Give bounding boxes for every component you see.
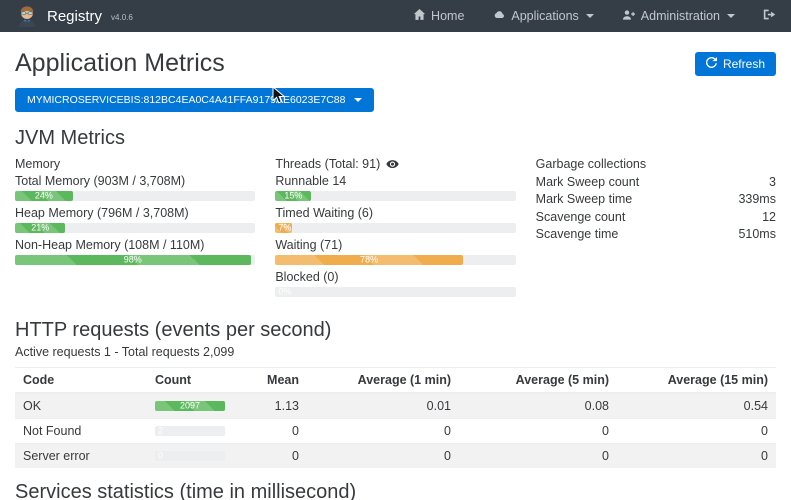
http-avg5-cell: 0 — [459, 444, 617, 469]
chevron-down-icon — [727, 14, 735, 18]
http-count-cell: 2097 — [147, 393, 259, 419]
nav-item-applications[interactable]: Applications — [492, 9, 593, 24]
gc-value: 510ms — [738, 226, 776, 243]
http-table-row: Server error00000 — [15, 444, 776, 469]
progress-bar: 0% — [275, 287, 515, 297]
http-table-row: OK 2097 1.130.010.080.54 — [15, 393, 776, 419]
http-requests-heading: HTTP requests (events per second) — [15, 319, 776, 342]
gc-value: 339ms — [738, 191, 776, 208]
progress-bar: 2097 — [155, 401, 225, 411]
http-avg1-cell: 0.01 — [307, 393, 459, 419]
threads-column: Threads (Total: 91) Runnable 14 15% Timed … — [275, 157, 515, 302]
metric-label: Waiting (71) — [275, 238, 515, 252]
chevron-down-icon — [354, 98, 362, 102]
http-code-cell: Not Found — [15, 419, 147, 444]
http-table-row: Not Found20000 — [15, 419, 776, 444]
progress-bar: 7% — [275, 223, 515, 233]
http-col-header: Average (1 min) — [307, 368, 459, 394]
progress-bar: 21% — [15, 223, 255, 233]
gc-row: Scavenge time 510ms — [536, 226, 776, 243]
http-code-cell: OK — [15, 393, 147, 419]
memory-column: Memory Total Memory (903M / 3,708M) 24% He… — [15, 157, 255, 302]
metric-label: Timed Waiting (6) — [275, 206, 515, 220]
http-count-cell: 2 — [147, 419, 259, 444]
jvm-metrics-grid: Memory Total Memory (903M / 3,708M) 24% He… — [15, 157, 776, 302]
nav-item-administration[interactable]: Administration — [622, 9, 735, 24]
gc-title: Garbage collections — [536, 157, 776, 171]
gc-label: Scavenge time — [536, 226, 619, 243]
refresh-button[interactable]: Refresh — [695, 52, 776, 76]
brand-home-link[interactable]: Registry v4.0.6 — [15, 4, 133, 28]
metric-label: Total Memory (903M / 3,708M) — [15, 174, 255, 188]
gc-label: Mark Sweep count — [536, 174, 640, 191]
gc-label: Mark Sweep time — [536, 191, 633, 208]
gc-row: Mark Sweep time 339ms — [536, 191, 776, 208]
http-col-header: Mean — [259, 368, 307, 394]
http-avg15-cell: 0 — [617, 444, 776, 469]
gc-row: Scavenge count 12 — [536, 209, 776, 226]
user-plus-icon — [622, 9, 636, 24]
progress-bar: 78% — [275, 255, 515, 265]
progress-bar: 0 — [155, 451, 225, 461]
sign-out-icon — [763, 8, 776, 24]
gc-value: 12 — [762, 209, 776, 226]
http-avg1-cell: 0 — [307, 444, 459, 469]
http-col-header: Count — [147, 368, 259, 394]
http-mean-cell: 1.13 — [259, 393, 307, 419]
progress-bar: 98% — [15, 255, 255, 265]
refresh-icon — [706, 57, 717, 71]
http-requests-table: CodeCountMeanAverage (1 min)Average (5 m… — [15, 367, 776, 468]
cloud-icon — [492, 9, 506, 24]
gc-label: Scavenge count — [536, 209, 626, 226]
navbar: Registry v4.0.6 Home Applications Administ… — [0, 0, 791, 32]
home-icon — [413, 8, 426, 24]
http-avg5-cell: 0 — [459, 419, 617, 444]
progress-bar: 24% — [15, 191, 255, 201]
main-content: Application Metrics Refresh MYMICROSERVI… — [0, 49, 791, 500]
gc-row: Mark Sweep count 3 — [536, 174, 776, 191]
nav-links: Home Applications Administration — [413, 8, 776, 24]
eye-icon[interactable] — [386, 159, 399, 170]
instance-selector-dropdown[interactable]: MYMICROSERVICEBIS:812BC4EA0C4A41FFA9179A… — [15, 88, 374, 112]
metric-label: Runnable 14 — [275, 174, 515, 188]
http-avg1-cell: 0 — [307, 419, 459, 444]
jhipster-avatar-logo — [15, 4, 39, 28]
http-col-header: Average (15 min) — [617, 368, 776, 394]
http-avg5-cell: 0.08 — [459, 393, 617, 419]
metric-label: Non-Heap Memory (108M / 110M) — [15, 238, 255, 252]
nav-item-home[interactable]: Home — [413, 8, 464, 24]
http-code-cell: Server error — [15, 444, 147, 469]
brand-version: v4.0.6 — [111, 13, 133, 22]
page-title: Application Metrics — [15, 49, 225, 78]
http-requests-subtitle: Active requests 1 - Total requests 2,099 — [15, 345, 776, 359]
progress-bar: 2 — [155, 426, 225, 436]
http-col-header: Average (5 min) — [459, 368, 617, 394]
brand-name: Registry — [47, 8, 102, 25]
metric-label: Blocked (0) — [275, 270, 515, 284]
http-avg15-cell: 0.54 — [617, 393, 776, 419]
services-statistics-heading: Services statistics (time in millisecond… — [15, 481, 776, 500]
threads-title: Threads (Total: 91) — [275, 157, 515, 171]
metric-label: Heap Memory (796M / 3,708M) — [15, 206, 255, 220]
garbage-collections-column: Garbage collections Mark Sweep count3Mar… — [536, 157, 776, 302]
memory-title: Memory — [15, 157, 255, 171]
jvm-metrics-heading: JVM Metrics — [15, 127, 776, 150]
chevron-down-icon — [586, 14, 594, 18]
page-header: Application Metrics Refresh — [15, 49, 776, 78]
progress-bar: 15% — [275, 191, 515, 201]
http-count-cell: 0 — [147, 444, 259, 469]
gc-value: 3 — [769, 174, 776, 191]
http-col-header: Code — [15, 368, 147, 394]
http-mean-cell: 0 — [259, 419, 307, 444]
http-avg15-cell: 0 — [617, 419, 776, 444]
http-mean-cell: 0 — [259, 444, 307, 469]
sign-out-button[interactable] — [763, 8, 776, 24]
